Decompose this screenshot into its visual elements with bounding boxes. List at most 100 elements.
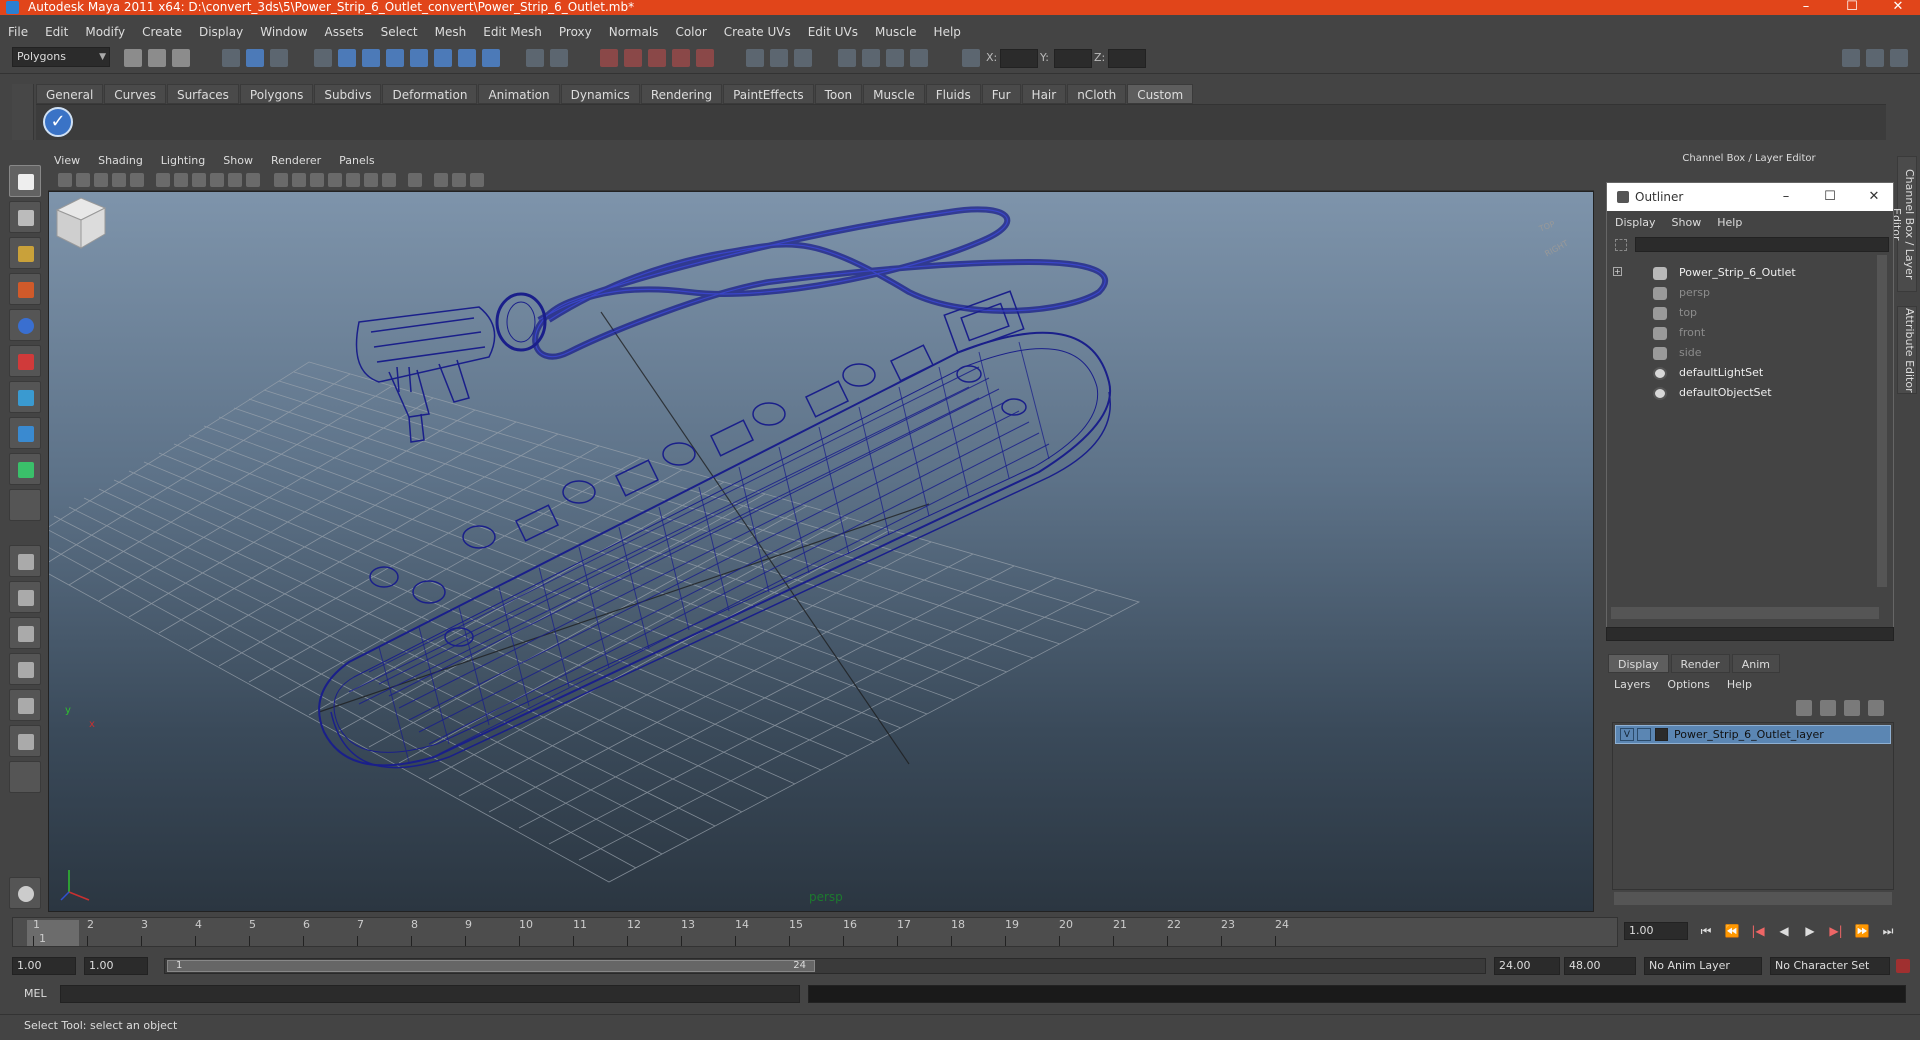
xray-icon[interactable] [434, 173, 448, 187]
safe-action-icon[interactable] [246, 173, 260, 187]
field-chart-icon[interactable] [228, 173, 242, 187]
smooth-shading-icon[interactable] [292, 173, 306, 187]
attribute-editor-side-tab[interactable]: Attribute Editor [1897, 306, 1917, 394]
outliner-graph-layout-icon[interactable] [9, 725, 41, 757]
resolution-gate-icon[interactable] [192, 173, 206, 187]
xray-components-icon[interactable] [470, 173, 484, 187]
shelf-tab-animation[interactable]: Animation [478, 84, 560, 104]
animation-start-field[interactable]: 1.00 [12, 957, 76, 975]
show-manipulator-icon[interactable] [9, 453, 41, 485]
anim-layer-dropdown[interactable]: No Anim Layer [1644, 957, 1762, 975]
go-to-end-button[interactable]: ⏭ [1878, 923, 1898, 939]
isolate-select-icon[interactable] [408, 173, 422, 187]
bookmark-icon[interactable] [94, 173, 108, 187]
xray-joints-icon[interactable] [452, 173, 466, 187]
range-slider[interactable]: 1 24 [164, 958, 1486, 974]
mel-script-icon[interactable] [9, 877, 41, 909]
menu-assets[interactable]: Assets [325, 25, 364, 39]
animation-preferences-icon[interactable] [1896, 959, 1910, 973]
layer-menu-options[interactable]: Options [1667, 678, 1709, 691]
textured-icon[interactable] [328, 173, 342, 187]
shelf-tab-fluids[interactable]: Fluids [925, 84, 981, 104]
menu-normals[interactable]: Normals [609, 25, 659, 39]
all-lights-icon[interactable] [364, 173, 378, 187]
step-back-key-button[interactable]: ⏪ [1722, 923, 1742, 939]
layer-tab-render[interactable]: Render [1670, 654, 1730, 673]
render-frame-icon[interactable] [624, 49, 642, 67]
playback-start-field[interactable]: 1.00 [84, 957, 148, 975]
move-up-layer-icon[interactable] [1844, 700, 1860, 716]
maximize-button[interactable]: ☐ [1830, 0, 1874, 15]
layout-options-icon[interactable] [9, 761, 41, 793]
shelf-tab-fur[interactable]: Fur [981, 84, 1021, 104]
outliner-horizontal-scrollbar[interactable] [1611, 607, 1879, 619]
viewport-menu-panels[interactable]: Panels [339, 154, 374, 167]
layer-menu-layers[interactable]: Layers [1614, 678, 1650, 691]
shelf-tab-subdivs[interactable]: Subdivs [314, 84, 382, 104]
snap-curve-icon[interactable] [362, 49, 380, 67]
live-surface-icon[interactable] [434, 49, 452, 67]
checkmark-shelf-icon[interactable]: ✓ [43, 107, 73, 137]
shelf-tab-general[interactable]: General [36, 84, 104, 104]
ipr-render-icon[interactable] [648, 49, 666, 67]
image-plane-icon[interactable] [112, 173, 126, 187]
menu-muscle[interactable]: Muscle [875, 25, 917, 39]
outliner-item-persp[interactable]: persp [1653, 283, 1710, 303]
channel-box-side-tab[interactable]: Channel Box / Layer Editor [1890, 156, 1917, 292]
render-view-icon[interactable] [600, 49, 618, 67]
wireframe-on-shaded-icon[interactable] [310, 173, 324, 187]
playback-end-field[interactable]: 24.00 [1494, 957, 1560, 975]
shelf-tab-rendering[interactable]: Rendering [640, 84, 723, 104]
current-time-field[interactable]: 1.00 [1624, 922, 1688, 940]
toggle-window-icon[interactable] [746, 49, 764, 67]
menu-set-selector[interactable]: Polygons ▼ [12, 47, 110, 67]
menu-modify[interactable]: Modify [85, 25, 125, 39]
history-icon[interactable] [458, 49, 476, 67]
viewport-menu-view[interactable]: View [54, 154, 80, 167]
outliner-menu-display[interactable]: Display [1615, 216, 1656, 229]
attribute-editor-toggle-icon[interactable] [794, 49, 812, 67]
expand-icon[interactable]: + [1613, 267, 1622, 276]
layer-display-type-toggle[interactable] [1637, 728, 1651, 741]
step-forward-key-button[interactable]: ⏩ [1852, 923, 1872, 939]
viewport-menu-show[interactable]: Show [223, 154, 253, 167]
rotate-tool-icon[interactable] [9, 309, 41, 341]
select-component-icon[interactable] [270, 49, 288, 67]
layer-color-swatch[interactable] [1655, 728, 1668, 741]
animation-end-field[interactable]: 48.00 [1564, 957, 1636, 975]
shelf-tab-painteffects[interactable]: PaintEffects [723, 84, 814, 104]
select-tool-icon[interactable] [9, 165, 41, 197]
graph-editor-toggle-icon[interactable] [886, 49, 904, 67]
command-input[interactable] [60, 985, 800, 1003]
menu-window[interactable]: Window [260, 25, 307, 39]
channel-box-field[interactable] [1606, 627, 1894, 641]
shelf-tab-deformation[interactable]: Deformation [382, 84, 478, 104]
new-empty-layer-icon[interactable] [1796, 700, 1812, 716]
outliner-close-button[interactable]: ✕ [1853, 183, 1895, 211]
time-slider[interactable]: 1 1 2 3 4 5 6 7 8 9 10 11 12 13 14 15 16 17 18 19 20 21 22 23 2… [12, 917, 1618, 947]
outliner-menu-help[interactable]: Help [1717, 216, 1742, 229]
move-tool-icon[interactable] [9, 273, 41, 305]
menu-create[interactable]: Create [142, 25, 182, 39]
outliner-item-default-object-set[interactable]: defaultObjectSet [1653, 383, 1772, 403]
step-back-frame-button[interactable]: |◀ [1748, 923, 1768, 939]
camera-attributes-icon[interactable] [76, 173, 90, 187]
y-field[interactable] [1054, 49, 1092, 68]
menu-edit[interactable]: Edit [45, 25, 68, 39]
select-object-icon[interactable] [246, 49, 264, 67]
render-settings-icon[interactable] [672, 49, 690, 67]
viewport-menu-shading[interactable]: Shading [98, 154, 143, 167]
channel-box-toggle-icon[interactable] [770, 49, 788, 67]
viewcube[interactable] [49, 192, 109, 252]
wireframe-shading-icon[interactable] [274, 173, 288, 187]
viewport-menu-lighting[interactable]: Lighting [161, 154, 205, 167]
menu-proxy[interactable]: Proxy [559, 25, 592, 39]
layout-panel-icon-2[interactable] [1866, 49, 1884, 67]
layer-tab-display[interactable]: Display [1608, 654, 1669, 673]
outliner-item-default-light-set[interactable]: defaultLightSet [1653, 363, 1763, 383]
new-scene-icon[interactable] [124, 49, 142, 67]
outliner-toggle-icon[interactable] [862, 49, 880, 67]
shelf-tab-surfaces[interactable]: Surfaces [166, 84, 239, 104]
snap-point-icon[interactable] [386, 49, 404, 67]
shelf-tab-muscle[interactable]: Muscle [863, 84, 925, 104]
